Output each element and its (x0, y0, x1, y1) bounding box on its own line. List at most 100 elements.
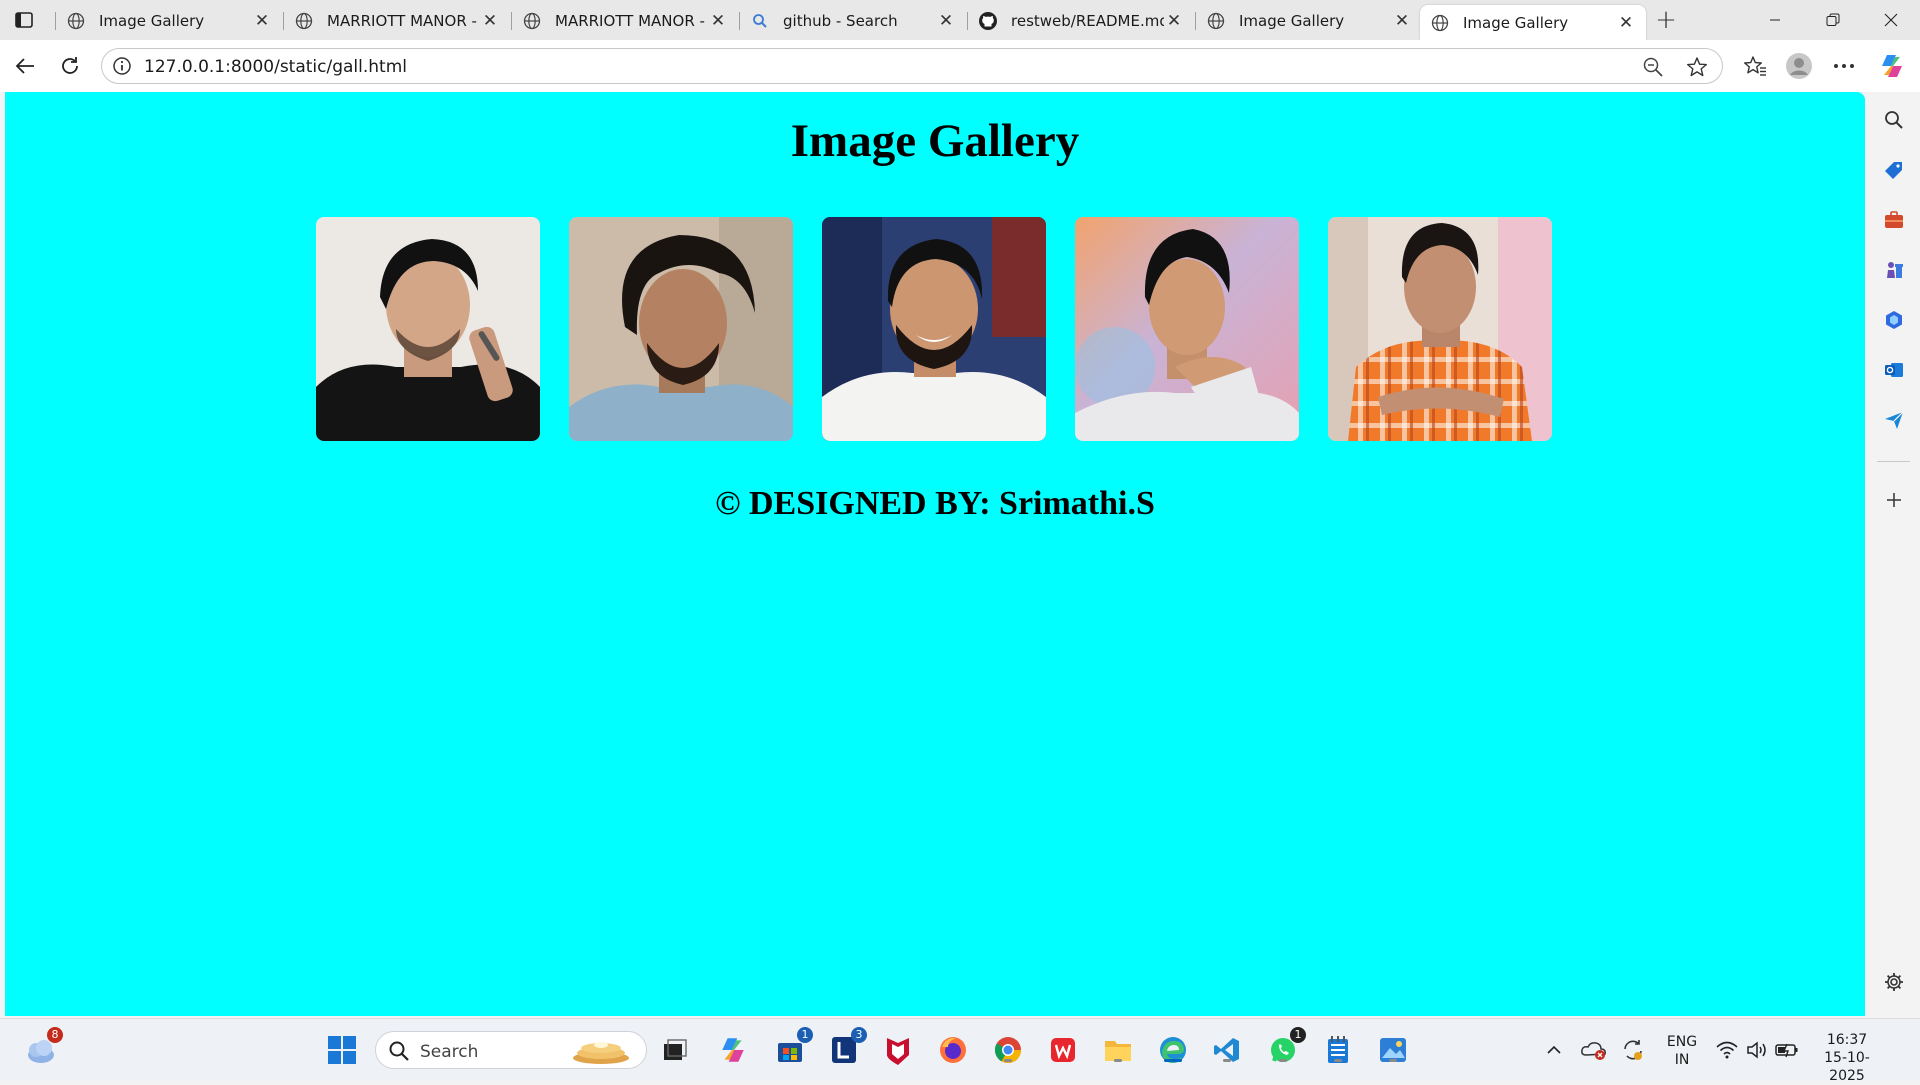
mcafee-icon[interactable] (881, 1033, 915, 1067)
vscode-icon[interactable] (1210, 1033, 1244, 1067)
whatsapp-icon[interactable]: 1 (1266, 1027, 1306, 1067)
send-icon[interactable] (1881, 407, 1907, 433)
lens-badge: 3 (851, 1027, 867, 1043)
gallery-photo-1[interactable] (316, 217, 540, 441)
tab-title: restweb/README.md a (1011, 11, 1164, 30)
back-button[interactable] (8, 49, 42, 83)
tab-marriott-manor-2[interactable]: MARRIOTT MANOR - A ✕ (512, 5, 738, 36)
globe-icon (1206, 11, 1226, 31)
clock[interactable]: 16:37 15-10-2025 (1808, 1031, 1886, 1085)
windows-taskbar: 8 Search 1 3 1 ENG IN 16:37 15-10-2025 (0, 1018, 1920, 1084)
tab-image-gallery-1[interactable]: Image Gallery ✕ (56, 5, 282, 36)
photos-app-icon[interactable] (1376, 1033, 1410, 1067)
search-icon (388, 1040, 410, 1062)
close-window-button[interactable] (1862, 0, 1920, 40)
url-text[interactable]: 127.0.0.1:8000/static/gall.html (144, 57, 407, 77)
globe-icon (294, 11, 314, 31)
close-tab-icon[interactable]: ✕ (1616, 13, 1636, 33)
gallery-photo-5[interactable] (1328, 217, 1552, 441)
tab-github-search[interactable]: github - Search ✕ (740, 5, 966, 36)
favorites-icon[interactable] (1738, 49, 1772, 83)
restore-button[interactable] (1804, 0, 1862, 40)
start-windows-icon[interactable] (325, 1033, 359, 1067)
profile-avatar[interactable] (1782, 49, 1816, 83)
github-icon (978, 11, 998, 31)
tab-title: Image Gallery (99, 11, 205, 30)
tab-image-gallery-2[interactable]: Image Gallery ✕ (1196, 5, 1422, 36)
tab-restweb-readme[interactable]: restweb/README.md a ✕ (968, 5, 1194, 36)
globe-icon (522, 11, 542, 31)
search-highlight-pancake-icon (570, 1036, 632, 1066)
tab-image-gallery-active[interactable]: Image Gallery ✕ (1420, 5, 1646, 40)
gallery-photo-3[interactable] (822, 217, 1046, 441)
zoom-out-icon[interactable] (1642, 56, 1664, 78)
outlook-icon[interactable] (1881, 357, 1907, 383)
lens-app-icon[interactable]: 3 (827, 1027, 867, 1067)
footer-credit: © DESIGNED BY: Srimathi.S (715, 485, 1155, 522)
running-indicator (1279, 1059, 1287, 1062)
sidebar-divider (1877, 461, 1910, 462)
running-indicator (1223, 1059, 1231, 1062)
page-viewport: Image Gallery © DESIGNED BY: Srimathi.S (5, 92, 1865, 1016)
battery-charging-icon[interactable] (1770, 1033, 1804, 1067)
image-gallery (316, 217, 1616, 443)
weather-widget-icon[interactable]: 8 (23, 1027, 63, 1067)
language-line-2: IN (1674, 1052, 1690, 1068)
taskbar-search-box[interactable]: Search (375, 1031, 647, 1069)
close-tab-icon[interactable]: ✕ (252, 11, 272, 31)
taskbar-search-placeholder: Search (420, 1042, 479, 1062)
globe-icon (66, 11, 86, 31)
close-tab-icon[interactable]: ✕ (708, 11, 728, 31)
gallery-photo-4[interactable] (1075, 217, 1299, 441)
sidebar-settings-gear-icon[interactable] (1881, 969, 1907, 995)
running-indicator (1004, 1059, 1012, 1062)
microsoft-store-icon[interactable]: 1 (773, 1027, 813, 1067)
search-icon (750, 11, 770, 31)
sidebar-search-icon[interactable] (1881, 107, 1907, 133)
shopping-tag-icon[interactable] (1881, 157, 1907, 183)
minimize-button[interactable] (1746, 0, 1804, 40)
task-view-icon[interactable] (658, 1033, 692, 1067)
tab-marriott-manor-1[interactable]: MARRIOTT MANOR - A ✕ (284, 5, 510, 36)
site-info-icon[interactable] (112, 56, 132, 76)
add-sidebar-app-icon[interactable] (1881, 487, 1907, 513)
close-tab-icon[interactable]: ✕ (936, 11, 956, 31)
onedrive-error-icon[interactable] (1577, 1033, 1611, 1067)
favorite-star-icon[interactable] (1686, 56, 1708, 78)
settings-more-icon[interactable] (1827, 49, 1861, 83)
gallery-photo-2[interactable] (569, 217, 793, 441)
tab-title: MARRIOTT MANOR - A (555, 11, 708, 30)
language-line-1: ENG (1666, 1034, 1698, 1050)
notepad-icon[interactable] (1321, 1033, 1355, 1067)
chrome-icon[interactable] (991, 1033, 1025, 1067)
tab-title: github - Search (783, 11, 898, 30)
wps-office-icon[interactable] (1046, 1033, 1080, 1067)
input-language-indicator[interactable]: ENG IN (1662, 1033, 1702, 1069)
sync-icon[interactable] (1616, 1033, 1650, 1067)
refresh-button[interactable] (53, 49, 87, 83)
tab-strip: Image Gallery ✕ MARRIOTT MANOR - A ✕ MAR… (0, 0, 1920, 40)
firefox-icon[interactable] (936, 1033, 970, 1067)
microsoft-365-icon[interactable] (1881, 307, 1907, 333)
store-badge: 1 (797, 1027, 813, 1043)
close-tab-icon[interactable]: ✕ (1164, 11, 1184, 31)
tab-actions-menu-icon[interactable] (12, 9, 36, 31)
close-tab-icon[interactable]: ✕ (1392, 11, 1412, 31)
copilot-app-icon[interactable] (716, 1033, 750, 1067)
browser-toolbar: 127.0.0.1:8000/static/gall.html (0, 40, 1920, 92)
edge-browser-icon[interactable] (1156, 1033, 1190, 1067)
file-explorer-icon[interactable] (1101, 1033, 1135, 1067)
show-hidden-icons-chevron-up-icon[interactable] (1537, 1033, 1571, 1067)
new-tab-button[interactable]: + (1651, 5, 1681, 35)
tab-title: Image Gallery (1239, 11, 1345, 30)
address-bar[interactable]: 127.0.0.1:8000/static/gall.html (101, 48, 1723, 84)
volume-icon[interactable] (1740, 1033, 1774, 1067)
games-chess-icon[interactable] (1881, 257, 1907, 283)
running-indicator (1389, 1059, 1397, 1062)
page-title: Image Gallery (790, 115, 1080, 167)
wifi-icon[interactable] (1710, 1033, 1744, 1067)
tab-title: MARRIOTT MANOR - A (327, 11, 480, 30)
tools-briefcase-icon[interactable] (1881, 207, 1907, 233)
close-tab-icon[interactable]: ✕ (480, 11, 500, 31)
copilot-icon[interactable] (1875, 49, 1909, 83)
